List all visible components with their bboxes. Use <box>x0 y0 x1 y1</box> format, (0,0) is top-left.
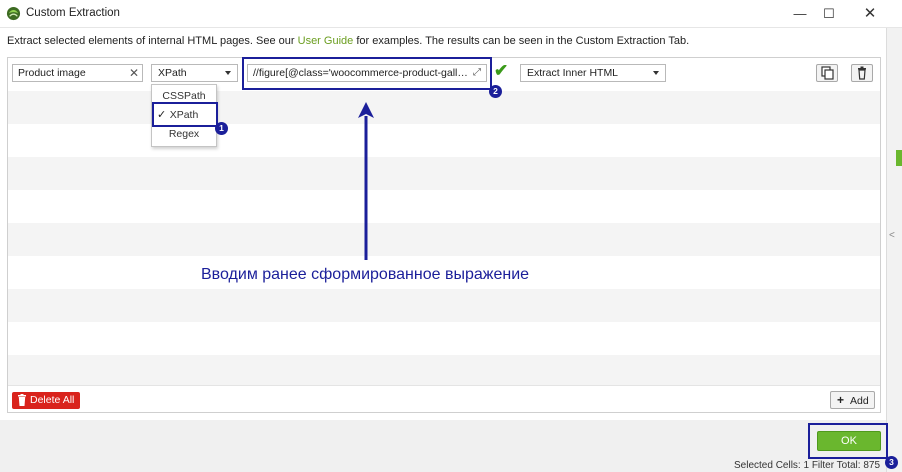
app-logo-icon <box>6 6 21 21</box>
extraction-type-value: XPath <box>158 67 187 79</box>
title-bar: Custom Extraction — ☐ ✕ <box>0 0 902 28</box>
annotation-caption: Вводим ранее сформированное выражение <box>201 266 530 283</box>
empty-row <box>8 157 880 190</box>
status-bar-text: Selected Cells: 1 Filter Total: 875 <box>734 460 881 471</box>
callout-box-expression <box>242 57 492 90</box>
empty-row <box>8 289 880 322</box>
callout-badge-2: 2 <box>489 85 502 98</box>
empty-row <box>8 322 880 355</box>
delete-all-button[interactable]: Delete All <box>12 392 80 409</box>
extractor-name-input[interactable]: Product image <box>12 64 143 82</box>
delete-row-button[interactable] <box>851 64 873 82</box>
user-guide-link[interactable]: User Guide <box>298 35 354 47</box>
extractors-panel <box>7 57 881 413</box>
chevron-down-icon <box>653 71 659 75</box>
instructions-prefix: Extract selected elements of internal HT… <box>7 35 298 47</box>
background-app-indicator <box>896 150 902 166</box>
empty-row <box>8 124 880 157</box>
instructions-suffix: for examples. The results can be seen in… <box>353 35 690 47</box>
chevron-down-icon <box>225 71 231 75</box>
empty-row <box>8 355 880 388</box>
empty-row <box>8 190 880 223</box>
callout-badge-3: 3 <box>885 456 898 469</box>
callout-box-ok <box>808 423 888 459</box>
extract-mode-value: Extract Inner HTML <box>527 67 619 79</box>
panel-bottom-bar <box>8 385 880 412</box>
maximize-button[interactable]: ☐ <box>818 4 840 24</box>
minimize-button[interactable]: — <box>789 4 811 24</box>
trash-icon <box>18 394 26 406</box>
close-button[interactable]: ✕ <box>859 4 881 24</box>
add-label: Add <box>850 395 869 407</box>
empty-row <box>8 223 880 256</box>
annotation-arrow-up <box>358 102 374 260</box>
chevron-left-icon: < <box>889 230 895 241</box>
dropdown-option-regex[interactable]: Regex <box>152 125 216 144</box>
extraction-type-select[interactable]: XPath <box>151 64 238 82</box>
plus-icon: + <box>837 393 845 407</box>
background-app-edge <box>886 28 902 472</box>
add-button[interactable]: + Add <box>830 391 875 409</box>
trash-icon <box>858 66 866 80</box>
callout-box-xpath <box>152 102 218 127</box>
extract-mode-select[interactable]: Extract Inner HTML <box>520 64 666 82</box>
instructions-text: Extract selected elements of internal HT… <box>7 35 689 47</box>
clear-name-icon[interactable]: ✕ <box>128 64 140 82</box>
window-title: Custom Extraction <box>26 7 120 19</box>
callout-badge-1: 1 <box>215 122 228 135</box>
empty-row <box>8 91 880 124</box>
delete-all-label: Delete All <box>30 394 75 406</box>
valid-check-icon: ✔ <box>494 61 509 80</box>
copy-icon <box>821 66 834 80</box>
copy-button[interactable] <box>816 64 838 82</box>
